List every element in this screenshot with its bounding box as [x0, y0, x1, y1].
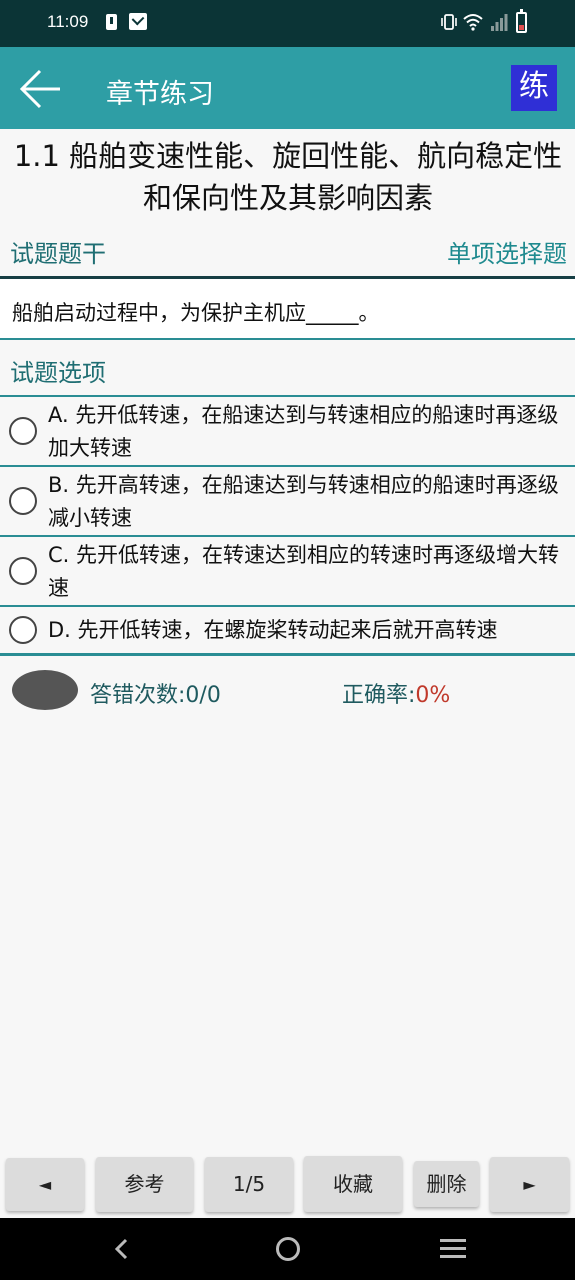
question-stem: 船舶启动过程中，为保护主机应_____。 [12, 301, 380, 325]
option-text: A. 先开低转速，在船速达到与转速相应的船速时再逐级加大转速 [48, 403, 559, 460]
option-a[interactable]: A. 先开低转速，在船速达到与转速相应的船速时再逐级加大转速 [0, 397, 575, 465]
radio-icon[interactable] [9, 616, 37, 644]
menu-icon[interactable] [440, 1238, 466, 1260]
alert-icon [106, 14, 117, 30]
back-icon[interactable] [114, 1238, 128, 1260]
reference-button[interactable]: 参考 [96, 1157, 193, 1212]
radio-icon[interactable] [9, 557, 37, 585]
status-bar: 11:09 [0, 0, 575, 47]
stem-label: 试题题干 [10, 240, 106, 268]
favorite-button[interactable]: 收藏 [304, 1156, 402, 1212]
option-text: D. 先开低转速，在螺旋桨转动起来后就开高转速 [48, 618, 498, 642]
option-text: B. 先开高转速，在船速达到与转速相应的船速时再逐级减小转速 [48, 473, 559, 530]
back-arrow-icon[interactable] [18, 67, 62, 111]
accuracy-value: 0% [415, 683, 451, 708]
accuracy: 正确率:0% [342, 683, 451, 708]
radio-icon[interactable] [9, 487, 37, 515]
signal-icon [491, 14, 508, 31]
status-time: 11:09 [47, 12, 89, 31]
option-c[interactable]: C. 先开低转速，在转速达到相应的转速时再逐级增大转速 [0, 537, 575, 605]
chapter-title: 1.1 船舶变速性能、旋回性能、航向稳定性和保向性及其影响因素 [13, 139, 563, 215]
system-nav-bar [0, 1218, 575, 1280]
option-text: C. 先开低转速，在转速达到相应的转速时再逐级增大转速 [48, 543, 560, 600]
page-indicator-button[interactable]: 1/5 [205, 1157, 293, 1212]
options-label: 试题选项 [10, 359, 106, 387]
option-d[interactable]: D. 先开低转速，在螺旋桨转动起来后就开高转速 [0, 607, 575, 653]
delete-button[interactable]: 删除 [414, 1161, 479, 1207]
question-type: 单项选择题 [447, 240, 567, 268]
page-title: 章节练习 [106, 79, 214, 110]
app-bar: 章节练习 练 [0, 47, 575, 129]
home-icon[interactable] [276, 1237, 300, 1261]
practice-badge[interactable]: 练 [511, 65, 557, 111]
radio-icon[interactable] [9, 417, 37, 445]
prev-button[interactable]: ◄ [6, 1158, 84, 1211]
wrong-count: 答错次数:0/0 [90, 683, 221, 708]
wifi-icon [463, 14, 483, 31]
divider [0, 338, 575, 340]
mail-icon [129, 13, 147, 30]
next-button[interactable]: ► [490, 1157, 569, 1212]
answer-status-indicator [12, 670, 78, 710]
divider [0, 653, 575, 656]
battery-icon [516, 9, 527, 33]
option-b[interactable]: B. 先开高转速，在船速达到与转速相应的船速时再逐级减小转速 [0, 467, 575, 535]
vibrate-icon [441, 14, 457, 30]
